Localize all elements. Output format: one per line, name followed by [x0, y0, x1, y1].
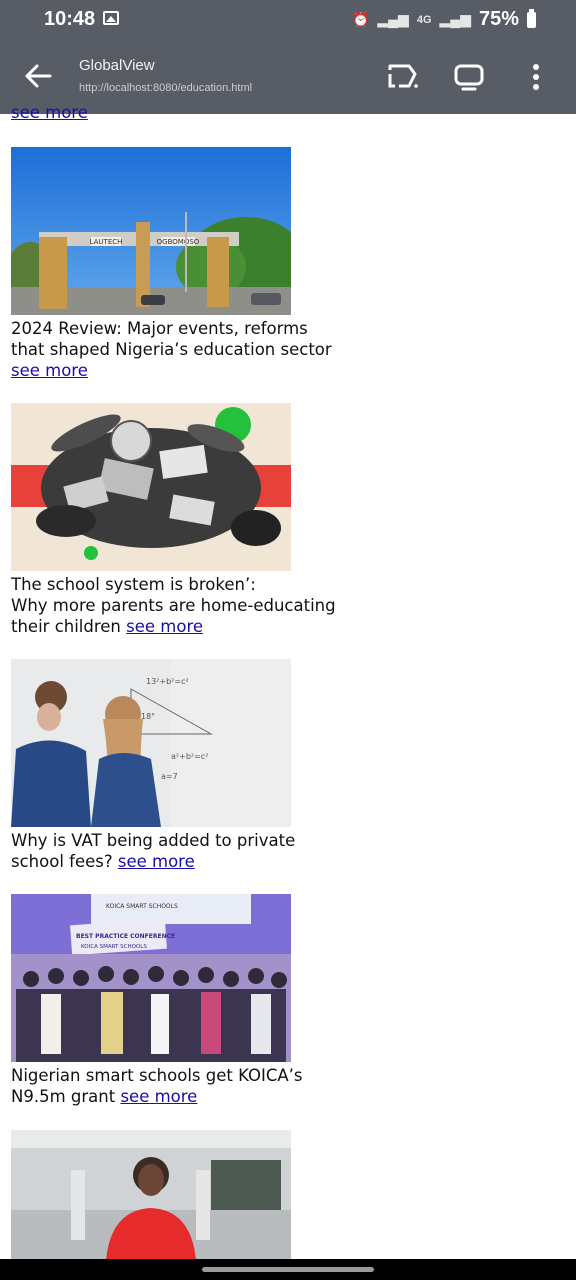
article-card	[11, 1130, 341, 1260]
tab-switcher-button[interactable]	[449, 58, 489, 96]
article-card: The school system is broken’: Why more p…	[11, 403, 341, 637]
system-nav-bar	[0, 1259, 576, 1280]
headline-text: 2024 Review: Major events, reforms that …	[11, 319, 332, 359]
title-block: GlobalView http://localhost:8080/educati…	[79, 57, 252, 94]
home-gesture-handle[interactable]	[202, 1267, 374, 1272]
banner-text-1: KOICA SMART SCHOOLS	[106, 903, 178, 910]
gallery-icon	[103, 11, 119, 25]
status-icons: ⏰ ▂▄▆ 4G ▂▄▆ 75%	[352, 8, 536, 31]
network-type: 4G	[416, 13, 432, 26]
signal-icon: ▂▄▆	[377, 11, 409, 27]
article-card: KOICA SMART SCHOOLS BEST PRACTICE CONFER…	[11, 894, 341, 1107]
article-card: LAUTECH OGBOMOSO 2024 Review: Major even…	[11, 147, 341, 381]
svg-text:a²+b²=c²: a²+b²=c²	[171, 752, 208, 761]
svg-text:18°: 18°	[141, 712, 155, 721]
more-menu-button[interactable]	[516, 58, 556, 96]
article-card: 13²+b²=c² a²+b²=c² a=7 18° Why is VAT be…	[11, 659, 341, 872]
screen-icon	[454, 64, 484, 91]
cast-icon	[388, 64, 418, 88]
page-url: http://localhost:8080/education.html	[79, 82, 253, 94]
see-more-link[interactable]: see more	[118, 852, 195, 871]
arrow-left-icon	[25, 64, 52, 88]
article-headline: Why is VAT being added to private school…	[11, 830, 341, 872]
gate-sign-left: LAUTECH	[90, 238, 123, 246]
see-more-link[interactable]: see more	[120, 1087, 197, 1106]
university-gate-image[interactable]: LAUTECH OGBOMOSO	[11, 147, 291, 315]
see-more-link-previous[interactable]: see more	[11, 102, 88, 124]
home-education-image[interactable]	[11, 403, 291, 571]
see-more-link[interactable]: see more	[126, 617, 203, 636]
battery-icon	[527, 8, 536, 28]
conference-group-image[interactable]: KOICA SMART SCHOOLS BEST PRACTICE CONFER…	[11, 894, 291, 1062]
status-time: 10:48	[44, 8, 96, 30]
gate-sign-right: OGBOMOSO	[157, 238, 200, 246]
article-headline: 2024 Review: Major events, reforms that …	[11, 318, 341, 381]
signal-icon-2: ▂▄▆	[439, 11, 471, 27]
svg-text:a=7: a=7	[161, 772, 178, 781]
back-button[interactable]	[20, 58, 60, 94]
cast-button[interactable]	[383, 58, 423, 96]
banner-text-3: KOICA SMART SCHOOLS	[81, 944, 147, 950]
svg-text:13²+b²=c²: 13²+b²=c²	[146, 677, 189, 686]
headline-line-1: The school system is broken’:	[11, 575, 256, 594]
more-vert-icon	[533, 64, 539, 90]
woman-in-lab-image[interactable]	[11, 1130, 291, 1260]
see-more-link[interactable]: see more	[11, 361, 88, 380]
whiteboard-students-image[interactable]: 13²+b²=c² a²+b²=c² a=7 18°	[11, 659, 291, 827]
article-headline: Nigerian smart schools get KOICA’s N9.5m…	[11, 1065, 341, 1107]
status-bar: 10:48 ⏰ ▂▄▆ 4G ▂▄▆ 75%	[0, 0, 576, 40]
article-headline: The school system is broken’: Why more p…	[11, 574, 341, 637]
alarm-icon: ⏰	[351, 11, 370, 27]
battery-percent: 75%	[478, 8, 519, 30]
banner-text-2: BEST PRACTICE CONFERENCE	[76, 933, 175, 940]
app-title: GlobalView	[79, 57, 155, 74]
